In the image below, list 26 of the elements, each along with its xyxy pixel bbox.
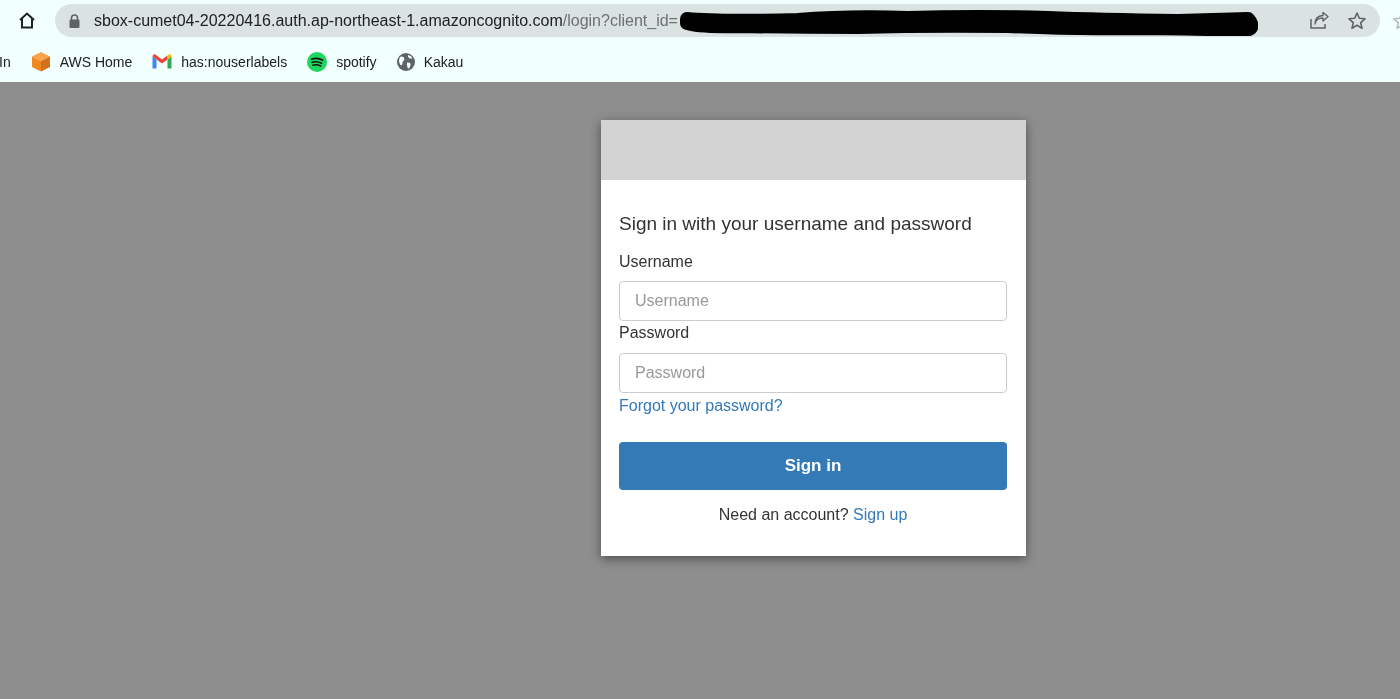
address-bar[interactable]: sbox-cumet04-20220416.auth.ap-northeast-1.amazoncognito.com/login?client_id= [55, 4, 1380, 37]
bookmark-item[interactable]: spotify [307, 51, 377, 72]
forgot-password-link[interactable]: Forgot your password? [619, 396, 783, 416]
cube-icon [30, 51, 51, 72]
share-icon [1310, 12, 1329, 29]
sign-up-link[interactable]: Sign up [853, 506, 908, 523]
home-icon [18, 12, 36, 29]
lock-icon [69, 13, 80, 28]
globe-icon [396, 52, 415, 71]
bookmark-item[interactable]: AWS Home [30, 51, 133, 72]
field-label: Username [619, 252, 693, 272]
signup-prompt: Need an account? Sign up [718, 505, 908, 525]
share-button[interactable] [1310, 12, 1329, 29]
bookmark-item[interactable]: has:nouserlabels [152, 53, 288, 70]
url-text: sbox-cumet04-20220416.auth.ap-northeast-1.amazoncognito.com/login?client_id= [94, 11, 678, 30]
input-field[interactable]: Username [619, 281, 1007, 321]
form-title: Sign in with your username and password [619, 213, 972, 235]
bookmark-item[interactable]: Kakau [396, 52, 464, 71]
bookmark-item[interactable]: In [0, 53, 11, 70]
field-label: Password [619, 323, 690, 343]
m-logo-icon [152, 54, 173, 69]
star-icon [1348, 11, 1366, 30]
input-field[interactable]: Password [619, 353, 1007, 393]
sign-in-button[interactable]: Sign in [619, 442, 1007, 490]
circle-waves-icon [307, 51, 328, 72]
bookmark-star-button[interactable] [1348, 11, 1366, 30]
